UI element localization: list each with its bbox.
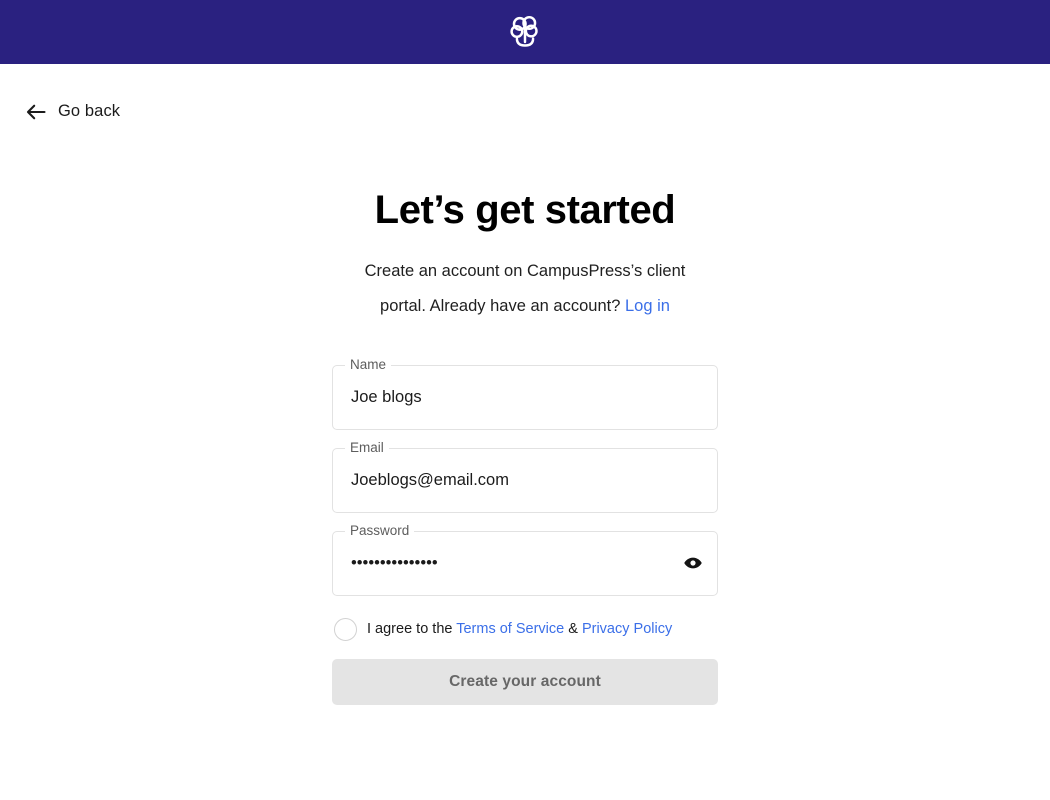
app-header bbox=[0, 0, 1050, 64]
eye-icon bbox=[683, 553, 703, 573]
terms-consent-text: I agree to the Terms of Service & Privac… bbox=[367, 620, 672, 639]
create-account-button[interactable]: Create your account bbox=[332, 658, 718, 705]
email-input[interactable] bbox=[333, 448, 717, 512]
signup-form: Name Email Password bbox=[332, 356, 718, 705]
terms-consent-row: I agree to the Terms of Service & Privac… bbox=[332, 617, 718, 641]
page-subtitle: Create an account on CampusPress’s clien… bbox=[341, 254, 709, 324]
name-field-wrapper: Name bbox=[332, 356, 718, 430]
terms-of-service-link[interactable]: Terms of Service bbox=[456, 621, 564, 637]
arrow-left-icon bbox=[26, 103, 46, 121]
password-field-wrapper: Password bbox=[332, 522, 718, 596]
terms-consent-separator: & bbox=[568, 620, 578, 637]
toggle-password-visibility-button[interactable] bbox=[680, 550, 706, 576]
name-input[interactable] bbox=[333, 365, 717, 429]
terms-consent-prefix: I agree to the bbox=[367, 620, 453, 637]
email-field-wrapper: Email bbox=[332, 439, 718, 513]
page-title: Let’s get started bbox=[374, 187, 676, 232]
signup-content: Let’s get started Create an account on C… bbox=[0, 126, 1050, 705]
go-back-label: Go back bbox=[58, 102, 121, 120]
back-navigation-bar: Go back bbox=[0, 64, 1050, 126]
login-link[interactable]: Log in bbox=[625, 297, 670, 315]
terms-agreement-checkbox[interactable] bbox=[334, 617, 357, 641]
go-back-link[interactable]: Go back bbox=[26, 102, 120, 121]
password-input[interactable] bbox=[333, 531, 717, 595]
campuspress-tree-logo[interactable] bbox=[506, 13, 544, 51]
privacy-policy-link[interactable]: Privacy Policy bbox=[582, 621, 672, 637]
